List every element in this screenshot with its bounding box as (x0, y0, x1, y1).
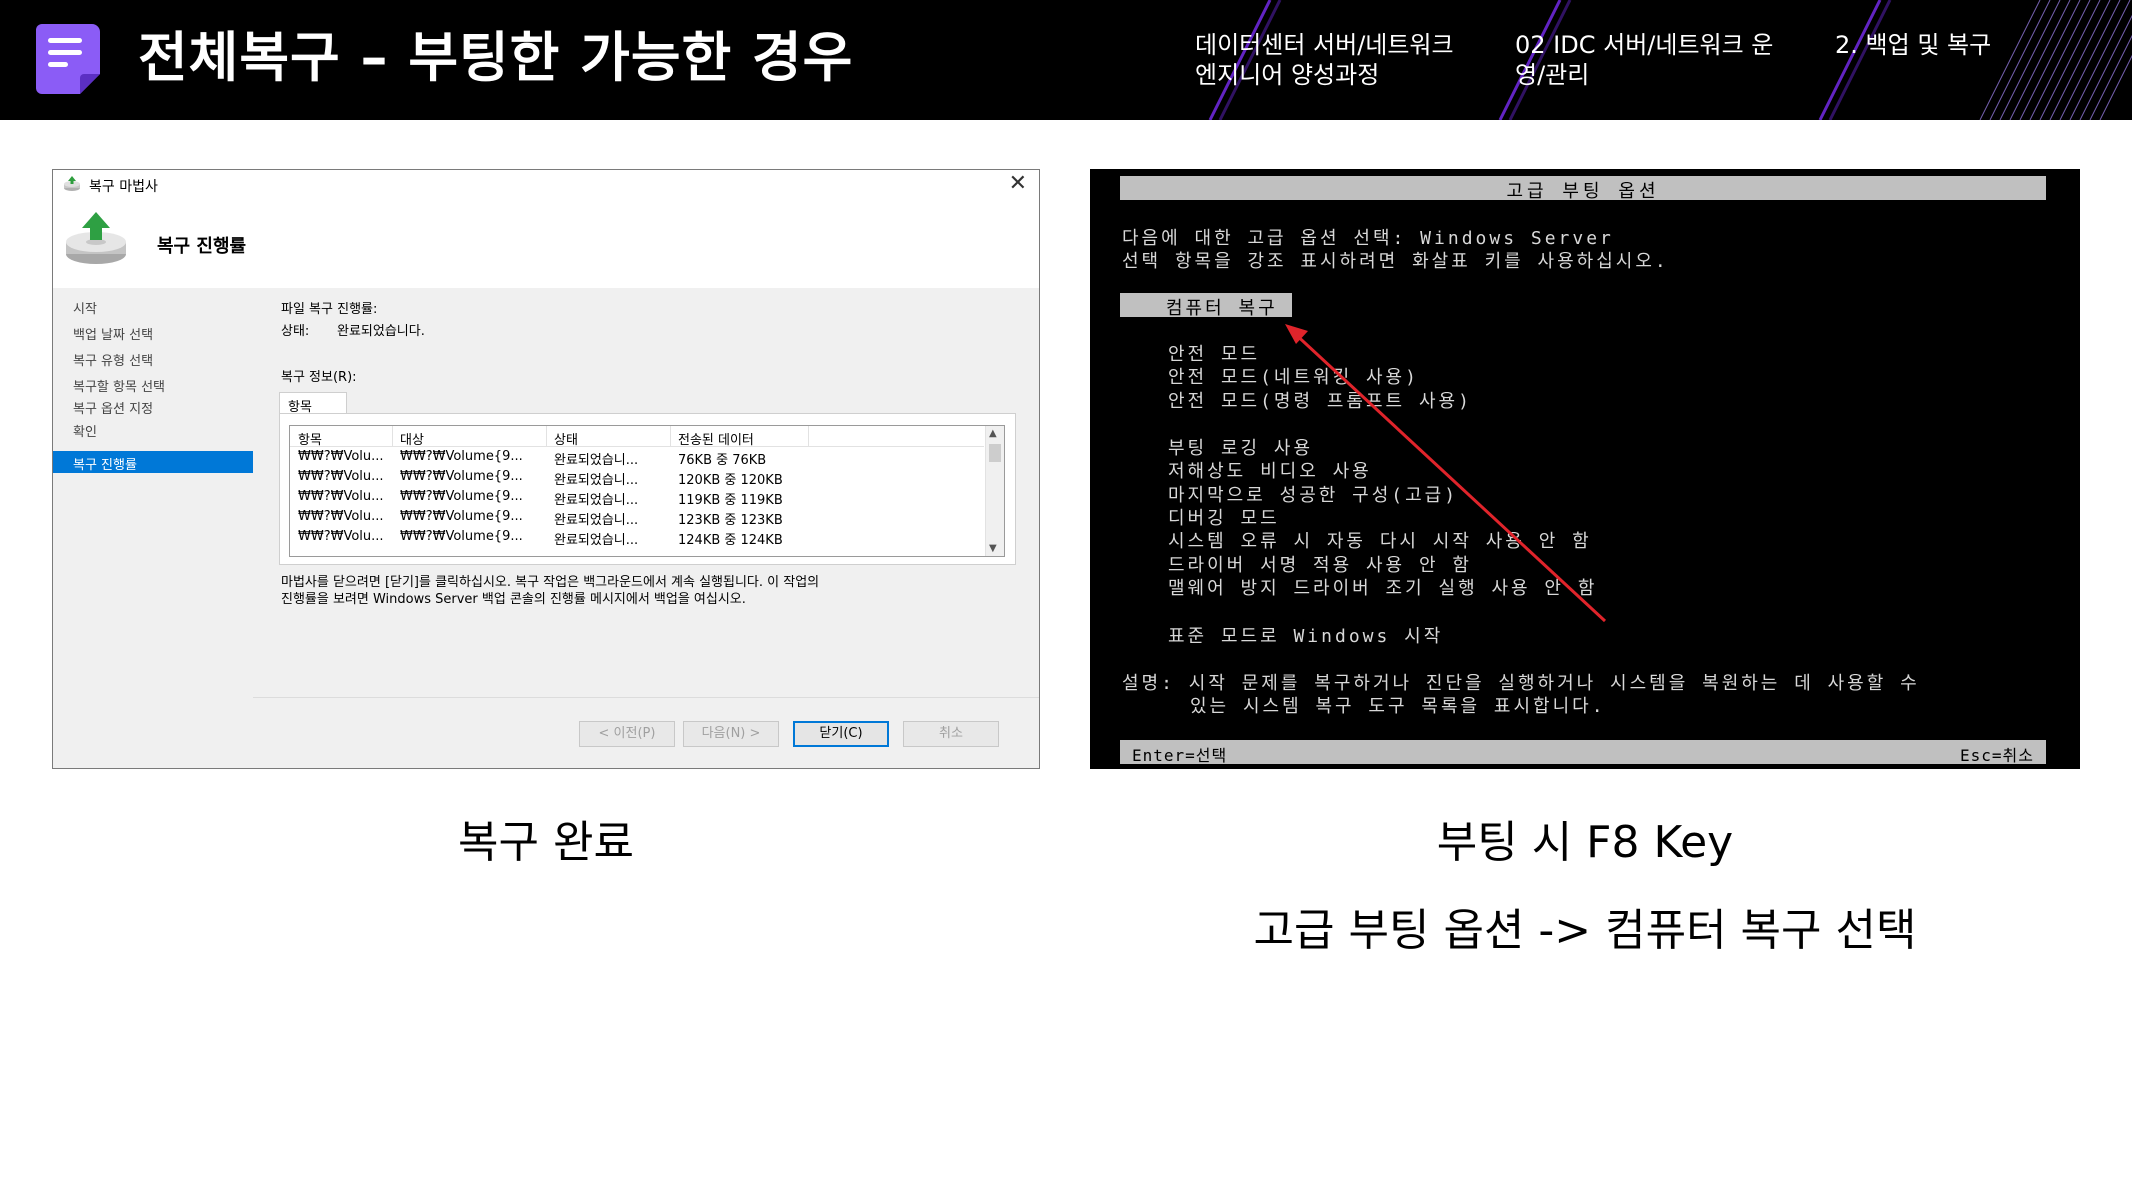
breadcrumb-course: 데이터센터 서버/네트워크 엔지니어 양성과정 (1195, 31, 1454, 89)
cell-transferred: 124KB 중 124KB (678, 533, 783, 548)
nav-item-start[interactable]: 시작 (73, 298, 97, 317)
cell-item: ₩₩?₩Volu... (298, 509, 384, 524)
nav-item-select-items[interactable]: 복구할 항목 선택 (73, 376, 165, 395)
column-divider (546, 426, 547, 446)
boot-option-low-res-video[interactable]: 저해상도 비디오 사용 (1168, 457, 1372, 483)
document-icon (36, 24, 100, 94)
slide-header: 전체복구 – 부팅한 가능한 경우 데이터센터 서버/네트워크 엔지니어 양성과… (0, 0, 2132, 120)
list-scrollbar[interactable]: ▲ ▼ (985, 426, 1004, 556)
file-progress-label: 파일 복구 진행률: (281, 302, 378, 317)
cell-transferred: 123KB 중 123KB (678, 513, 783, 528)
recovery-app-icon (64, 176, 80, 191)
boot-footer-bar: Enter=선택 Esc=취소 (1120, 740, 2046, 765)
breadcrumb-module: 02 IDC 서버/네트워크 운영/관리 (1515, 31, 1774, 89)
column-divider (392, 426, 393, 446)
cell-target: ₩₩?₩Volume{9... (400, 509, 523, 524)
caption-f8-key: 부팅 시 F8 Key (1436, 817, 1734, 868)
column-header-item[interactable]: 항목 (298, 429, 322, 448)
boot-title: 고급 부팅 옵션 (1506, 181, 1660, 202)
next-button[interactable]: 다음(N) > (683, 721, 779, 747)
table-row[interactable]: ₩₩?₩Volu... ₩₩?₩Volume{9... 완료되었습니... 12… (290, 507, 984, 528)
tab-items[interactable]: 항목 (279, 392, 347, 415)
status-label: 상태: (281, 324, 310, 339)
column-header-transferred[interactable]: 전송된 데이터 (678, 429, 754, 448)
cell-target: ₩₩?₩Volume{9... (400, 449, 523, 464)
cell-item: ₩₩?₩Volu... (298, 489, 384, 504)
boot-description-line2: 있는 시스템 복구 도구 목록을 표시합니다. (1190, 696, 1606, 717)
cell-item: ₩₩?₩Volu... (298, 469, 384, 484)
cell-transferred: 76KB 중 76KB (678, 453, 767, 468)
cancel-button[interactable]: 취소 (903, 721, 999, 747)
recovery-items-list[interactable]: 항목 대상 상태 전송된 데이터 ₩₩?₩Volu... ₩₩?₩Volume{… (289, 425, 1005, 557)
nav-item-recovery-type[interactable]: 복구 유형 선택 (73, 350, 153, 369)
cell-status: 완료되었습니... (554, 533, 639, 548)
breadcrumb-section: 2. 백업 및 복구 (1835, 31, 1992, 59)
boot-option-disable-elam[interactable]: 맬웨어 방지 드라이버 조기 실행 사용 안 함 (1168, 574, 1597, 600)
nav-item-options[interactable]: 복구 옵션 지정 (73, 398, 153, 417)
column-header-status[interactable]: 상태 (554, 429, 578, 448)
wizard-header-area: 복구 진행률 (53, 200, 1039, 290)
cell-target: ₩₩?₩Volume{9... (400, 489, 523, 504)
table-row[interactable]: ₩₩?₩Volu... ₩₩?₩Volume{9... 완료되었습니... 76… (290, 447, 984, 468)
boot-footer-esc: Esc=취소 (1960, 746, 2034, 765)
cell-status: 완료되었습니... (554, 513, 639, 528)
table-row[interactable]: ₩₩?₩Volu... ₩₩?₩Volume{9... 완료되었습니... 11… (290, 487, 984, 508)
cell-status: 완료되었습니... (554, 493, 639, 508)
scroll-up-icon[interactable]: ▲ (989, 428, 997, 439)
cell-item: ₩₩?₩Volu... (298, 449, 384, 464)
column-divider (808, 426, 809, 446)
advanced-boot-options-screen: 고급 부팅 옵션 다음에 대한 고급 옵션 선택: Windows Server… (1090, 169, 2080, 769)
close-button[interactable]: 닫기(C) (793, 721, 889, 747)
wizard-heading: 복구 진행률 (157, 236, 247, 257)
boot-option-repair-selected[interactable]: 컴퓨터 복구 (1120, 293, 1292, 319)
table-row[interactable]: ₩₩?₩Volu... ₩₩?₩Volume{9... 완료되었습니... 12… (290, 527, 984, 548)
nav-item-progress-label: 복구 진행률 (73, 458, 137, 473)
list-header: 항목 대상 상태 전송된 데이터 (290, 426, 984, 448)
cell-transferred: 119KB 중 119KB (678, 493, 783, 508)
cell-item: ₩₩?₩Volu... (298, 529, 384, 544)
boot-option-disable-auto-restart[interactable]: 시스템 오류 시 자동 다시 시작 사용 안 함 (1168, 527, 1592, 553)
recovery-wizard-window: 복구 마법사 ✕ 복구 진행률 시작 백업 날짜 선택 복구 유형 선택 복구할… (52, 169, 1040, 769)
nav-item-backup-date[interactable]: 백업 날짜 선택 (73, 324, 153, 343)
cell-status: 완료되었습니... (554, 473, 639, 488)
boot-option-safe-mode-cmd[interactable]: 안전 모드(명령 프롬프트 사용) (1168, 387, 1472, 413)
cell-transferred: 120KB 중 120KB (678, 473, 783, 488)
caption-select-repair: 고급 부팅 옵션 -> 컴퓨터 복구 선택 (1253, 905, 1917, 956)
slide-title: 전체복구 – 부팅한 가능한 경우 (138, 26, 854, 89)
cell-target: ₩₩?₩Volume{9... (400, 469, 523, 484)
scroll-down-icon[interactable]: ▼ (989, 543, 997, 554)
nav-item-progress[interactable]: 복구 진행률 (53, 451, 253, 473)
scroll-thumb[interactable] (989, 444, 1001, 462)
cell-status: 완료되었습니... (554, 453, 639, 468)
wizard-titlebar: 복구 마법사 ✕ (53, 170, 1039, 200)
caption-recovery-complete: 복구 완료 (458, 817, 634, 868)
boot-footer-enter: Enter=선택 (1132, 746, 1228, 765)
column-header-target[interactable]: 대상 (400, 429, 424, 448)
nav-item-confirm[interactable]: 확인 (73, 421, 97, 440)
boot-title-bar: 고급 부팅 옵션 (1120, 176, 2046, 202)
wizard-note-line2: 진행률을 보려면 Windows Server 백업 콘솔의 진행률 메시지에서… (281, 592, 746, 607)
wizard-window-title: 복구 마법사 (89, 179, 158, 195)
column-divider (670, 426, 671, 446)
table-row[interactable]: ₩₩?₩Volu... ₩₩?₩Volume{9... 완료되었습니... 12… (290, 467, 984, 488)
recovery-info-label: 복구 정보(R): (281, 370, 357, 385)
boot-prompt-line2: 선택 항목을 강조 표시하려면 화살표 키를 사용하십시오. (1122, 251, 1669, 272)
boot-option-safe-mode-network[interactable]: 안전 모드(네트워킹 사용) (1168, 363, 1419, 389)
boot-option-repair-label: 컴퓨터 복구 (1166, 298, 1278, 319)
prev-button[interactable]: < 이전(P) (579, 721, 675, 747)
boot-option-start-normally[interactable]: 표준 모드로 Windows 시작 (1168, 622, 1443, 648)
close-icon[interactable]: ✕ (1009, 170, 1027, 198)
cell-target: ₩₩?₩Volume{9... (400, 529, 523, 544)
recovery-disk-icon (66, 212, 126, 264)
status-value: 완료되었습니다. (337, 324, 425, 339)
